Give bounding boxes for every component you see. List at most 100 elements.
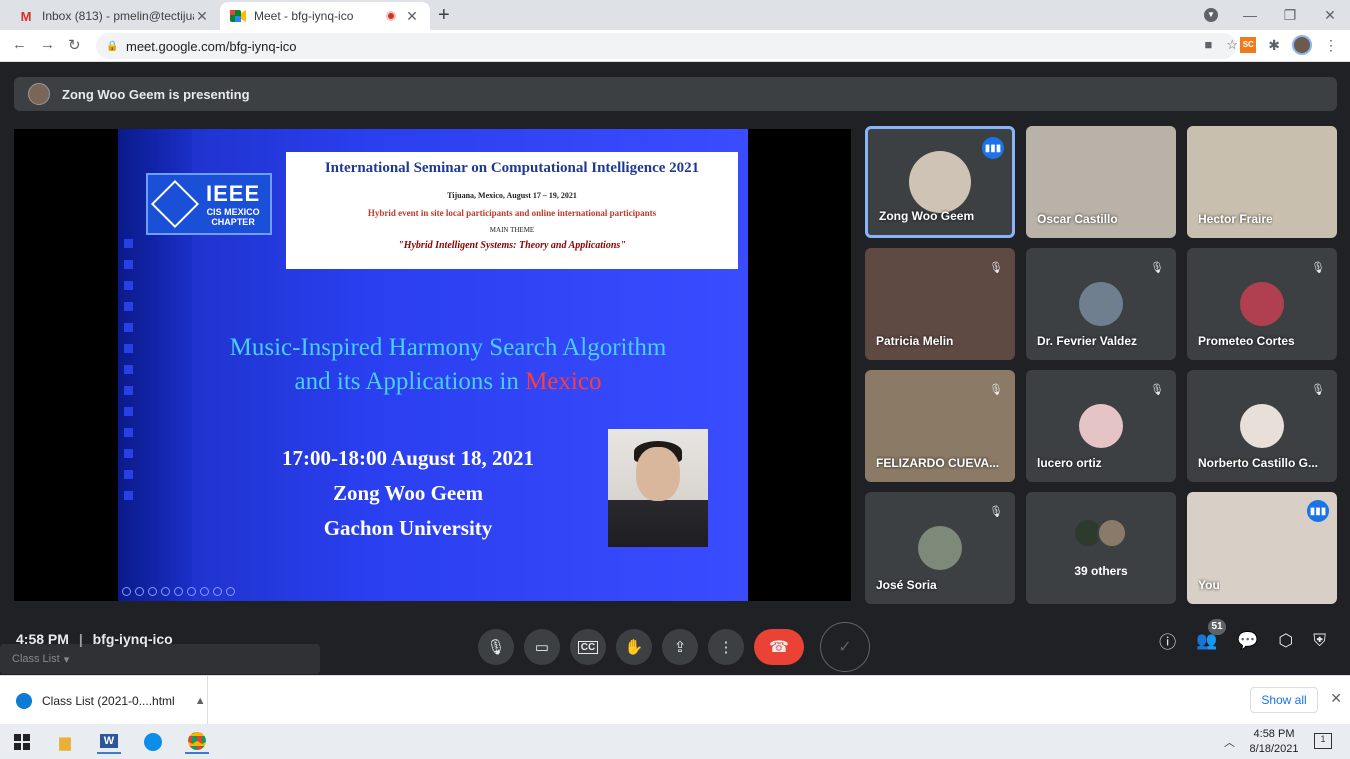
edge-icon[interactable] [141, 730, 165, 754]
kebab-menu-icon[interactable]: ⋮ [1324, 37, 1338, 54]
present-button[interactable]: ⇪ [662, 629, 698, 665]
avatar [1079, 404, 1123, 448]
participant-tile[interactable]: 🎙 Norberto Castillo G... [1187, 370, 1337, 482]
ieee-logo-text: IEEE CIS MEXICO CHAPTER [206, 181, 260, 227]
chevron-up-icon[interactable]: ▲ [195, 695, 206, 707]
participant-tile[interactable]: 🎙 FELIZARDO CUEVA... [865, 370, 1015, 482]
ieee-logo-line2: CHAPTER [211, 217, 255, 227]
others-tile[interactable]: 39 others [1026, 492, 1176, 604]
show-all-button[interactable]: Show all [1250, 687, 1318, 713]
download-item[interactable]: Class List (2021-0....html ▲ [0, 676, 208, 725]
reload-icon[interactable]: ↻ [68, 36, 81, 54]
camera-icon: ▭ [534, 639, 550, 656]
tab-title: Meet - bfg-iynq-ico [254, 9, 354, 23]
people-count-badge: 51 [1208, 618, 1227, 635]
mic-button[interactable]: 🎙 [478, 629, 514, 665]
extension-sc-icon[interactable]: SC [1240, 37, 1257, 53]
tab-gmail[interactable]: M Inbox (813) - pmelin@tectijuana.edu.mx… [8, 2, 220, 30]
close-tab-icon[interactable]: ✕ [194, 8, 210, 25]
mic-off-icon: 🎙 [1150, 383, 1164, 396]
chrome-icon[interactable] [185, 730, 209, 754]
camera-in-use-icon[interactable]: ■ [1204, 37, 1212, 53]
forward-icon[interactable]: → [40, 36, 55, 53]
banner-location: Tijuana, Mexico, August 17 – 19, 2021 [447, 191, 577, 200]
participant-tile[interactable]: 🎙 Dr. Fevrier Valdez [1026, 248, 1176, 360]
info-icon[interactable]: ⓘ [1159, 628, 1176, 653]
minimize-icon[interactable]: — [1230, 7, 1270, 23]
browser-toolbar: ← → ↻ 🔒 meet.google.com/bfg-iynq-ico ■ ☆… [0, 30, 1350, 62]
slide-playback-controls[interactable] [122, 587, 235, 596]
others-avatars [1073, 518, 1127, 548]
speaking-indicator-icon: ▮▮▮ [1307, 500, 1329, 522]
people-button[interactable]: 👥 51 [1196, 618, 1227, 651]
close-tab-icon[interactable]: ✕ [404, 8, 420, 25]
slide-title-line2-a: and its Applications in [294, 368, 526, 395]
omnibox-actions: ■ ☆ [1204, 37, 1238, 53]
mic-off-icon: 🎙 [1311, 383, 1325, 396]
system-clock[interactable]: 4:58 PM 8/18/2021 [1244, 727, 1304, 757]
slide-talk-info: 17:00-18:00 August 18, 2021 Zong Woo Gee… [218, 441, 598, 546]
meeting-code: bfg-iynq-ico [92, 631, 173, 647]
participant-name: Zong Woo Geem [879, 209, 975, 223]
others-label: 39 others [1074, 564, 1128, 578]
address-bar[interactable]: 🔒 meet.google.com/bfg-iynq-ico [96, 33, 1236, 59]
mic-off-icon: 🎙 [1311, 261, 1325, 274]
restore-icon[interactable]: ❐ [1270, 7, 1310, 24]
ieee-diamond-icon [150, 179, 200, 229]
participant-tile[interactable]: Hector Fraire [1187, 126, 1337, 238]
participant-name: José Soria [876, 578, 937, 592]
participant-name: You [1198, 578, 1220, 592]
word-icon[interactable]: W [97, 730, 121, 754]
ieee-logo-line1: CIS MEXICO [206, 207, 260, 217]
slide-decor-squares [124, 239, 134, 512]
speaking-indicator-icon: ▮▮▮ [982, 137, 1004, 159]
meeting-details: 4:58 PM | bfg-iynq-ico [16, 631, 173, 647]
extension-check-button[interactable]: ✓ [820, 622, 870, 672]
puzzle-icon[interactable]: ✱ [1268, 37, 1280, 54]
participant-tile[interactable]: 🎙 José Soria [865, 492, 1015, 604]
presentation-stage: IEEE CIS MEXICO CHAPTER International Se… [14, 129, 851, 601]
raise-hand-button[interactable]: ✋ [616, 629, 652, 665]
clock-date: 8/18/2021 [1249, 743, 1299, 755]
new-tab-icon[interactable]: + [438, 4, 450, 27]
captions-button[interactable]: CC [570, 629, 606, 665]
floating-overlay-toolbar[interactable]: Class List ▾ [0, 644, 320, 674]
edge-file-icon [16, 692, 32, 709]
hang-up-icon: ☎ [769, 639, 789, 656]
back-icon[interactable]: ← [12, 36, 27, 53]
chevron-down-icon[interactable]: ▾ [64, 653, 70, 666]
participant-tile[interactable]: Oscar Castillo [1026, 126, 1176, 238]
download-filename: Class List (2021-0....html [42, 693, 175, 708]
close-window-icon[interactable]: ✕ [1310, 7, 1350, 24]
talk-time: 17:00-18:00 August 18, 2021 [281, 446, 534, 470]
bookmark-star-icon[interactable]: ☆ [1226, 37, 1238, 53]
close-icon[interactable]: ✕ [1330, 690, 1342, 707]
participant-tile[interactable]: 🎙 Prometeo Cortes [1187, 248, 1337, 360]
windows-start-icon[interactable] [10, 730, 34, 754]
meet-main: Zong Woo Geem is presenting IEEE CIS MEX… [0, 63, 1350, 675]
activities-icon[interactable]: ⬡ [1278, 631, 1293, 651]
avatar [1240, 404, 1284, 448]
participant-name: Dr. Fevrier Valdez [1037, 334, 1138, 348]
profile-avatar[interactable] [1292, 35, 1312, 55]
file-explorer-icon[interactable]: ▆ [53, 730, 77, 754]
notification-icon[interactable]: 1 [1314, 733, 1332, 749]
self-tile[interactable]: ▮▮▮ You [1187, 492, 1337, 604]
mic-icon: 🎙 [486, 639, 506, 656]
host-controls-icon[interactable]: ⛨ [1313, 631, 1326, 651]
overlay-label: Class List [12, 653, 60, 665]
talk-speaker: Zong Woo Geem [332, 481, 484, 505]
participant-tile[interactable]: ▮▮▮ Zong Woo Geem [865, 126, 1015, 238]
tab-search-icon[interactable]: ▼ [1204, 8, 1218, 22]
ieee-logo-big: IEEE [206, 181, 261, 206]
camera-button[interactable]: ▭ [524, 629, 560, 665]
more-options-button[interactable]: ⋮ [708, 629, 744, 665]
captions-icon: CC [577, 640, 599, 654]
participant-tile[interactable]: 🎙 Patricia Melin [865, 248, 1015, 360]
participant-tile[interactable]: 🎙 lucero ortiz [1026, 370, 1176, 482]
tab-meet[interactable]: Meet - bfg-iynq-ico ✕ [220, 2, 430, 30]
avatar [1079, 282, 1123, 326]
end-call-button[interactable]: ☎ [754, 629, 804, 665]
chevron-up-icon[interactable]: ︿ [1224, 734, 1235, 750]
chat-icon[interactable]: 💬 [1237, 631, 1258, 651]
